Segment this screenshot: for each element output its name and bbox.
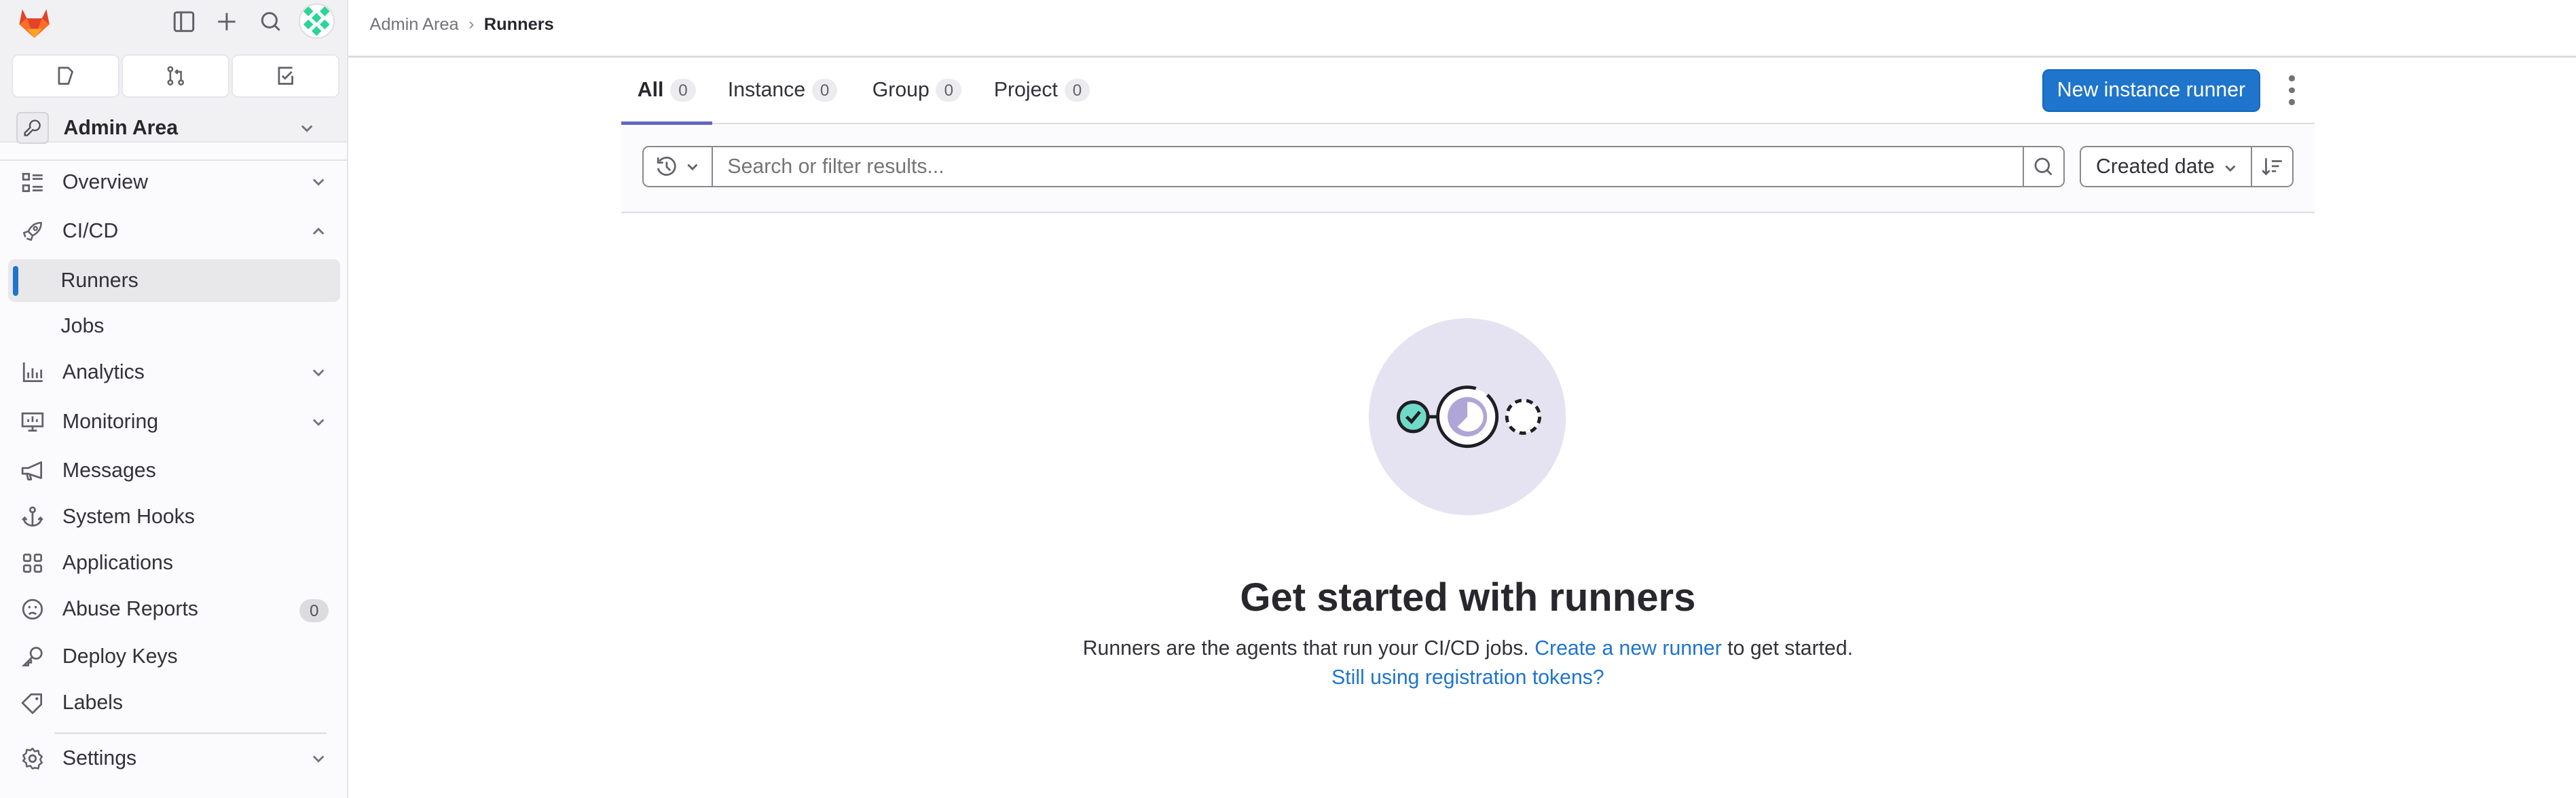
user-avatar[interactable] [299,3,335,39]
abuse-reports-count: 0 [299,599,329,622]
issues-button[interactable] [11,54,119,98]
megaphone-icon [20,458,46,484]
sidebar-item-cicd[interactable]: CI/CD [8,210,340,253]
chevron-down-icon [313,419,325,426]
main-content: Admin Area › Runners All 0 Instance 0 Gr… [348,0,2576,798]
sidebar-item-applications[interactable]: Applications [8,542,340,584]
merge-request-icon [167,66,184,86]
tab-count: 0 [811,79,838,102]
breadcrumb-admin-area[interactable]: Admin Area [369,15,458,35]
sidebar-item-jobs[interactable]: Jobs [8,305,340,348]
chevron-down-icon [313,755,325,763]
search-icon [2034,157,2053,176]
chart-icon [20,360,46,386]
tab-instance[interactable]: Instance 0 [728,59,838,121]
recent-searches-button[interactable] [642,146,712,187]
new-instance-runner-button[interactable]: New instance runner [2042,69,2261,112]
sort-direction-button[interactable] [2250,146,2294,187]
sidebar-item-system-hooks[interactable]: System Hooks [8,496,340,539]
breadcrumb: Admin Area › Runners [369,15,553,35]
context-title: Admin Area [63,116,179,139]
tab-project[interactable]: Project 0 [994,59,1090,121]
sidebar-item-settings[interactable]: Settings [8,737,340,780]
plus-icon[interactable] [212,7,242,37]
tab-count: 0 [670,79,696,102]
sort-dropdown[interactable]: Created date [2080,146,2253,187]
runners-illustration-icon [1368,318,1566,516]
todos-button[interactable] [232,54,339,98]
sidebar-toggle-icon[interactable] [169,7,199,37]
tab-all[interactable]: All 0 [621,59,712,125]
registration-tokens-row: Still using registration tokens? [621,666,2315,689]
create-runner-link[interactable]: Create a new runner [1534,637,1722,660]
breadcrumb-runners[interactable]: Runners [484,15,554,35]
monitor-icon [20,408,46,435]
empty-state-title: Get started with runners [1240,575,1696,620]
header-divider [348,56,2576,58]
sidebar-item-abuse-reports[interactable]: Abuse Reports 0 [8,588,340,630]
chevron-down-icon [301,125,313,132]
sidebar-item-labels[interactable]: Labels [8,681,340,724]
todo-icon [278,66,293,86]
more-actions-icon[interactable] [2285,75,2298,105]
sidebar-item-overview[interactable]: Overview [8,161,340,204]
anchor-icon [20,504,46,531]
rocket-icon [20,218,46,245]
sidebar-item-runners[interactable]: Runners [8,259,340,303]
search-submit-button[interactable] [2022,146,2065,187]
history-icon [657,156,676,176]
sidebar-item-analytics[interactable]: Analytics [8,352,340,394]
tab-count: 0 [936,79,962,102]
sidebar: Admin Area Overview CI/CD Runners Jobs A… [0,0,348,798]
search-input[interactable] [711,146,2024,187]
chevron-down-icon [313,369,325,377]
search-icon[interactable] [256,7,286,37]
registration-tokens-link[interactable]: Still using registration tokens? [1331,666,1604,689]
key-icon [20,643,46,670]
filter-bar: Created date [621,124,2315,214]
tab-count: 0 [1064,79,1090,102]
gear-icon [20,745,46,772]
overview-icon [20,169,46,195]
chevron-down-icon [687,164,698,170]
empty-state-description: Runners are the agents that run your CI/… [1082,636,1854,660]
merge-requests-button[interactable] [122,54,229,98]
context-switcher[interactable]: Admin Area [16,109,332,148]
chevron-down-icon [2225,165,2236,172]
chevron-up-icon [313,227,325,235]
sidebar-item-monitoring[interactable]: Monitoring [8,400,340,443]
tab-group[interactable]: Group 0 [872,59,962,121]
breadcrumb-separator-icon: › [468,15,475,34]
grid-icon [20,550,46,577]
sort-descending-icon [2262,157,2283,176]
issues-icon [58,66,73,86]
sad-face-icon [20,596,46,622]
wrench-icon [16,111,49,145]
divider [54,732,327,734]
chevron-down-icon [313,178,325,187]
sidebar-item-deploy-keys[interactable]: Deploy Keys [8,635,340,678]
gitlab-logo-icon[interactable] [16,5,52,41]
sidebar-item-messages[interactable]: Messages [8,450,340,493]
label-icon [20,689,46,716]
